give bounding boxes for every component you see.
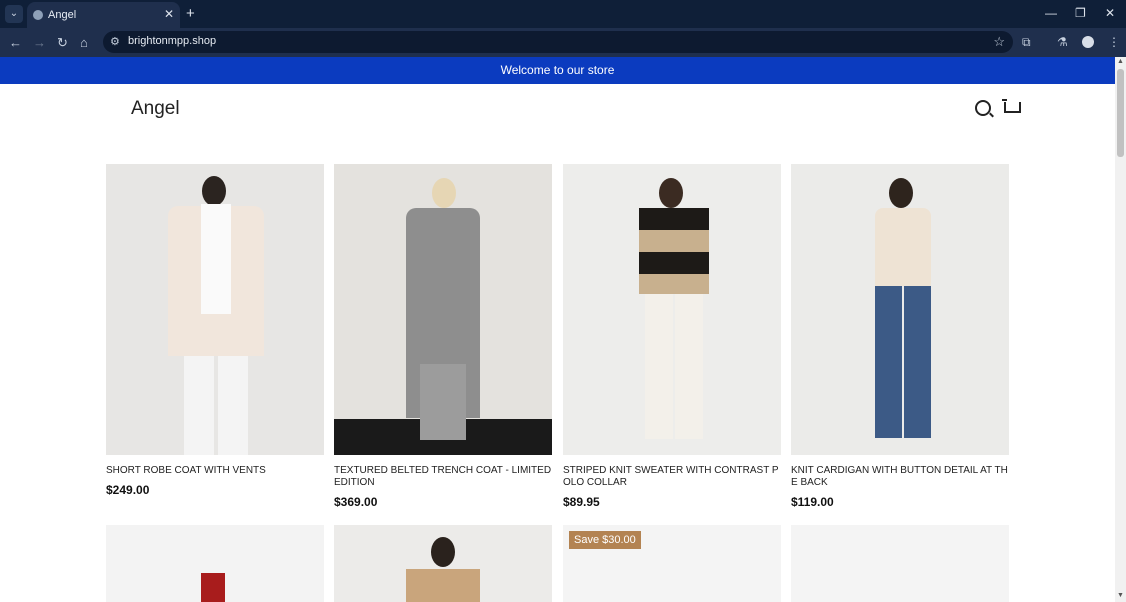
product-image[interactable] — [431, 537, 455, 567]
home-icon[interactable]: ⌂ — [80, 35, 88, 50]
close-window-icon[interactable]: ✕ — [1105, 6, 1115, 20]
scroll-down-icon[interactable]: ▼ — [1117, 592, 1124, 599]
product-card[interactable] — [106, 525, 324, 602]
browser-menu-icon[interactable]: ⋮ — [1108, 35, 1120, 49]
product-title[interactable]: KNIT CARDIGAN WITH BUTTON DETAIL AT THE … — [791, 465, 1009, 489]
product-image[interactable] — [791, 164, 1009, 455]
product-price: $119.00 — [791, 495, 834, 509]
minimize-icon[interactable]: — — [1045, 6, 1057, 20]
profile-avatar-icon[interactable] — [1082, 36, 1094, 48]
extensions-icon[interactable]: ⧉ — [1022, 35, 1031, 50]
scroll-thumb[interactable] — [1117, 69, 1124, 157]
product-price: $89.95 — [563, 495, 600, 509]
reload-icon[interactable]: ↻ — [57, 35, 68, 51]
bookmark-star-icon[interactable]: ☆ — [993, 34, 1005, 50]
back-icon[interactable]: ← — [9, 35, 22, 50]
scrollbar[interactable]: ▲ ▼ — [1115, 57, 1126, 602]
browser-tab-bar: ⌄ Angel ✕ + — ❐ ✕ — [0, 0, 1126, 28]
restore-icon[interactable]: ❐ — [1075, 6, 1086, 20]
product-title[interactable]: TEXTURED BELTED TRENCH COAT - LIMITED ED… — [334, 465, 552, 489]
cart-icon[interactable] — [1002, 99, 1021, 113]
tab-title: Angel — [48, 9, 77, 21]
product-card[interactable] — [334, 525, 552, 602]
product-price: $369.00 — [334, 495, 378, 509]
product-title[interactable]: STRIPED KNIT SWEATER WITH CONTRAST POLO … — [563, 465, 781, 489]
product-card[interactable] — [791, 525, 1009, 602]
browser-tab[interactable]: Angel ✕ — [27, 2, 180, 28]
new-tab-icon[interactable]: + — [186, 5, 195, 22]
browser-toolbar: ← → ↻ ⌂ ⚙ brightonmpp.shop ☆ ⧉ ⚗ ⋮ — [0, 28, 1126, 57]
product-image[interactable] — [106, 164, 324, 455]
product-title[interactable]: SHORT ROBE COAT WITH VENTS — [106, 465, 324, 477]
search-icon[interactable] — [975, 100, 991, 116]
save-badge: Save $30.00 — [569, 531, 641, 549]
url-text[interactable]: brightonmpp.shop — [128, 35, 216, 47]
labs-flask-icon[interactable]: ⚗ — [1057, 35, 1068, 49]
close-tab-icon[interactable]: ✕ — [164, 7, 174, 21]
store-logo[interactable]: Angel — [131, 98, 180, 120]
product-price: $249.00 — [106, 483, 150, 497]
favicon-icon — [33, 10, 43, 20]
product-image[interactable] — [334, 164, 552, 455]
tab-search-icon[interactable]: ⌄ — [5, 5, 23, 23]
product-image[interactable] — [201, 573, 225, 602]
product-image[interactable] — [563, 164, 781, 455]
address-bar[interactable]: ⚙ brightonmpp.shop ☆ — [103, 31, 1013, 53]
site-info-icon[interactable]: ⚙ — [110, 35, 120, 48]
scroll-up-icon[interactable]: ▲ — [1117, 58, 1124, 65]
forward-icon[interactable]: → — [33, 35, 46, 50]
announcement-bar: Welcome to our store — [0, 57, 1115, 84]
product-card[interactable]: Save $30.00 — [563, 525, 781, 602]
